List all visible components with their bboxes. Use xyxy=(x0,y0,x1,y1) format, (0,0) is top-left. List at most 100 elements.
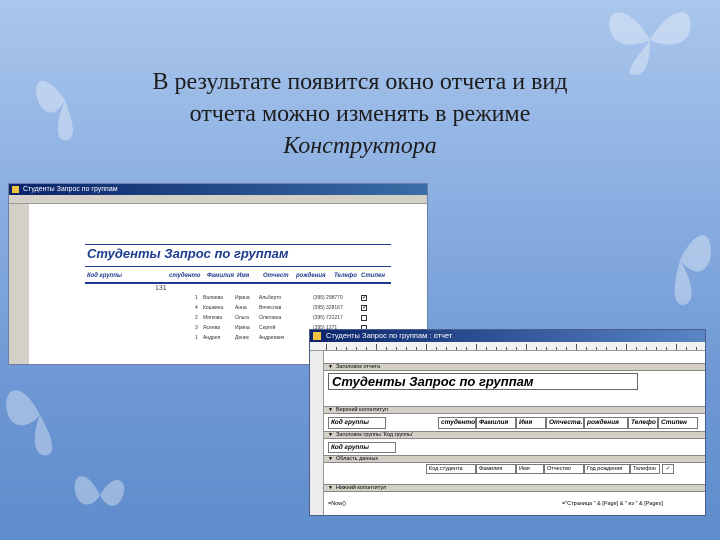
band-arrow-icon: ▼ xyxy=(328,407,333,413)
group-field-control[interactable]: Код группы xyxy=(328,442,396,453)
detail-field-control[interactable]: Отчество xyxy=(544,464,584,474)
detail-field-control[interactable]: Фамилия xyxy=(476,464,516,474)
row-middle-name: Андреевич xyxy=(259,335,285,341)
ruler-tick xyxy=(526,344,527,350)
row-last-name: Кошкина xyxy=(203,305,224,311)
row-last-name: Ясеева xyxy=(203,325,221,331)
row-middle-name: Олеговна xyxy=(259,315,282,321)
scholarship-checkbox[interactable]: ✓ xyxy=(361,295,367,301)
detail-field-control[interactable]: Телефон xyxy=(630,464,660,474)
row-first-name: Анна xyxy=(235,305,247,311)
column-header: Стипен xyxy=(361,273,385,279)
detail-field-control[interactable]: Год рождения xyxy=(584,464,630,474)
header-label-control[interactable]: рождения xyxy=(584,417,628,429)
ruler-tick xyxy=(476,344,477,350)
ruler-tick xyxy=(656,347,657,350)
ruler-tick xyxy=(686,347,687,350)
ruler-tick xyxy=(456,347,457,350)
report-icon xyxy=(12,186,19,193)
slide-title-line-2: отчета можно изменять в режиме xyxy=(189,101,531,127)
row-last-name: Валиева xyxy=(203,295,223,301)
row-middle-name: Альберто xyxy=(259,295,282,301)
ruler-tick xyxy=(326,344,327,350)
vertical-ruler[interactable] xyxy=(310,351,324,515)
header-label-control[interactable]: студенто xyxy=(438,417,476,429)
ruler-tick xyxy=(676,344,677,350)
ruler-tick xyxy=(506,347,507,350)
band-page-footer[interactable]: ▼ Нижний колонтитул xyxy=(324,484,705,492)
column-header: Имя xyxy=(237,273,250,279)
report-icon xyxy=(313,332,321,340)
column-header: Код группы xyxy=(87,273,123,279)
band-label: Область данных xyxy=(335,456,379,462)
ruler-tick xyxy=(486,347,487,350)
detail-field-control[interactable]: Имя xyxy=(516,464,544,474)
report-title: Студенты Запрос по группам xyxy=(87,246,289,261)
band-arrow-icon: ▼ xyxy=(328,456,333,462)
column-header: Отчест xyxy=(263,273,289,279)
row-last-name: Мягкова xyxy=(203,315,223,321)
ruler-tick xyxy=(666,347,667,350)
slide-title-line-3: Конструктора xyxy=(283,133,437,159)
header-label-control[interactable]: Телефо xyxy=(628,417,658,429)
header-label-control[interactable]: Код группы xyxy=(328,417,386,429)
ruler-tick xyxy=(596,347,597,350)
column-header: Телефо xyxy=(334,273,357,279)
ruler-tick xyxy=(586,347,587,350)
scholarship-checkbox[interactable] xyxy=(361,315,367,321)
header-label-control[interactable]: Отчеств. xyxy=(546,417,584,429)
row-last-name: Андрея xyxy=(203,335,221,341)
ruler-tick xyxy=(386,347,387,350)
ruler-tick xyxy=(696,347,697,350)
ruler-tick xyxy=(376,344,377,350)
group-value: 131 xyxy=(155,285,167,292)
horizontal-ruler[interactable] xyxy=(310,342,705,351)
ruler-tick xyxy=(636,347,637,350)
row-num: 3 xyxy=(195,325,198,331)
column-header: Фамилия xyxy=(207,273,235,279)
band-group-header[interactable]: ▼ Заголовок группы 'Код группы' xyxy=(324,431,705,439)
detail-field-control[interactable]: Код студента xyxy=(426,464,476,474)
row-middle-name: Вячеслав xyxy=(259,305,282,311)
footer-date-control[interactable]: =Now() xyxy=(328,501,346,507)
header-label-control[interactable]: Фамилия xyxy=(476,417,516,429)
ruler-tick xyxy=(616,347,617,350)
ruler-tick xyxy=(536,347,537,350)
scholarship-checkbox[interactable]: ✓ xyxy=(361,305,367,311)
header-label-control[interactable]: Имя xyxy=(516,417,546,429)
report-preview-titlebar[interactable]: Студенты Запрос по группам xyxy=(9,184,427,195)
ruler-tick xyxy=(366,347,367,350)
report-preview-toolbar xyxy=(9,195,427,204)
band-label: Заголовок группы 'Код группы' xyxy=(335,432,414,438)
row-first-name: Ирина xyxy=(235,295,250,301)
scholarship-checkbox-control[interactable]: ✓ xyxy=(662,464,674,474)
ruler-tick xyxy=(346,347,347,350)
report-title-control[interactable]: Студенты Запрос по группам xyxy=(328,373,638,390)
ruler-tick xyxy=(576,344,577,350)
row-phone: (395) 721217 xyxy=(313,315,343,321)
ruler-tick xyxy=(626,344,627,350)
row-phone: (395) 298770 xyxy=(313,295,343,301)
header-rule xyxy=(85,282,391,284)
design-window-title: Студенты Запрос по группам : отчет xyxy=(326,331,453,340)
row-first-name: Ирина xyxy=(235,325,250,331)
ruler-tick xyxy=(606,347,607,350)
band-page-header[interactable]: ▼ Верхний колонтитул xyxy=(324,406,705,414)
ruler-tick xyxy=(646,347,647,350)
slide-title: В результате появится окно отчета и вид … xyxy=(70,66,650,162)
ruler-tick xyxy=(406,347,407,350)
butterfly-decoration-icon xyxy=(0,370,80,460)
band-detail[interactable]: ▼ Область данных xyxy=(324,455,705,463)
ruler-tick xyxy=(396,347,397,350)
band-arrow-icon: ▼ xyxy=(328,485,333,491)
report-title-rule-top xyxy=(85,244,391,245)
row-num: 1 xyxy=(195,295,198,301)
band-report-header[interactable]: ▼ Заголовок отчета xyxy=(324,363,705,371)
report-design-window[interactable]: Студенты Запрос по группам : отчет ▼ Заго… xyxy=(309,329,706,516)
ruler-tick xyxy=(496,347,497,350)
ruler-tick xyxy=(446,347,447,350)
header-label-control[interactable]: Стипен xyxy=(658,417,698,429)
design-titlebar[interactable]: Студенты Запрос по группам : отчет xyxy=(310,330,705,342)
footer-page-control[interactable]: ="Страница " & [Page] & " из " & [Pages] xyxy=(562,501,663,507)
band-arrow-icon: ▼ xyxy=(328,432,333,438)
